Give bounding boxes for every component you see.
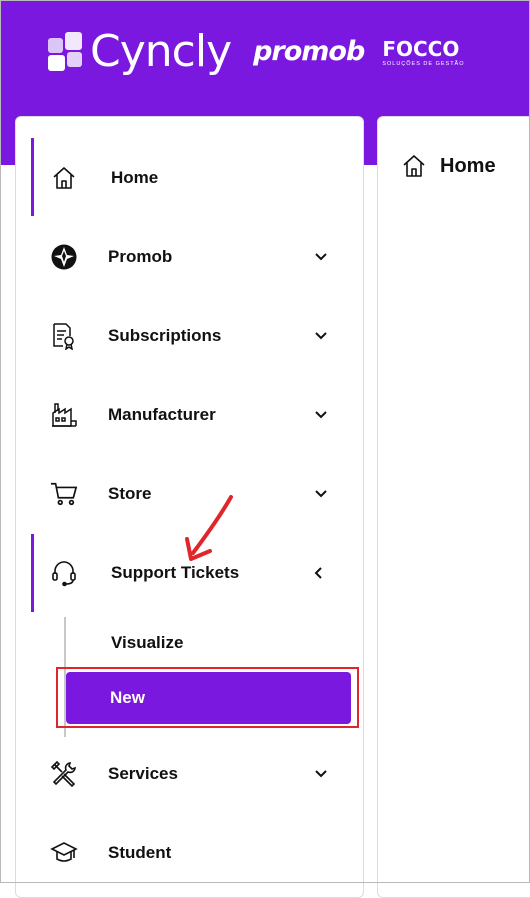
main-content-panel: Home	[377, 116, 530, 898]
sidebar-item-label: Services	[108, 764, 178, 783]
promob-icon	[50, 243, 78, 271]
chevron-down-icon	[315, 770, 327, 778]
active-indicator	[31, 138, 34, 216]
cyncly-logo-icon	[48, 32, 82, 71]
chevron-down-icon	[315, 411, 327, 419]
home-icon	[403, 155, 425, 177]
sidebar-item-manufacturer[interactable]: Manufacturer	[16, 385, 363, 445]
sidebar-item-label: Manufacturer	[108, 405, 216, 424]
focco-tagline: SOLUÇÕES DE GESTÃO	[382, 60, 465, 67]
cart-icon	[50, 480, 78, 508]
sidebar-item-label: Promob	[108, 247, 173, 266]
annotation-arrow-icon	[185, 495, 233, 561]
sidebar-item-subscriptions[interactable]: Subscriptions	[16, 306, 363, 366]
chevron-down-icon	[315, 332, 327, 340]
sidebar-item-promob[interactable]: Promob	[16, 227, 363, 287]
promob-wordmark: promob	[253, 35, 365, 67]
sidebar-item-home[interactable]: Home	[16, 138, 363, 216]
brand-logos: Cyncly promob FOCCO SOLUÇÕES DE GESTÃO	[48, 30, 465, 74]
document-certificate-icon	[50, 322, 78, 350]
home-icon	[50, 164, 78, 192]
graduation-cap-icon	[50, 839, 78, 867]
cyncly-wordmark: Cyncly	[90, 26, 232, 77]
tools-icon	[50, 760, 78, 788]
chevron-down-icon	[315, 253, 327, 261]
page-title-text: Home	[440, 154, 496, 177]
sidebar-item-label: Subscriptions	[108, 326, 222, 345]
submenu-item-label: Visualize	[111, 633, 184, 652]
sidebar-item-label: Home	[111, 168, 159, 187]
sidebar-item-label: Support Tickets	[111, 563, 240, 582]
factory-icon	[50, 401, 78, 429]
sidebar-item-label: Store	[108, 484, 152, 503]
focco-logo: FOCCO SOLUÇÕES DE GESTÃO	[382, 39, 464, 68]
active-indicator	[31, 534, 34, 612]
annotation-highlight-box	[56, 667, 359, 728]
chevron-left-icon	[314, 567, 322, 579]
page-title: Home	[400, 153, 496, 179]
sidebar-item-label: Student	[108, 843, 172, 862]
headset-icon	[50, 559, 78, 587]
sidebar-item-student[interactable]: Student	[16, 823, 363, 883]
sidebar-item-services[interactable]: Services	[16, 744, 363, 804]
chevron-down-icon	[315, 490, 327, 498]
focco-wordmark: FOCCO	[382, 36, 460, 61]
submenu-item-visualize[interactable]: Visualize	[66, 617, 351, 669]
